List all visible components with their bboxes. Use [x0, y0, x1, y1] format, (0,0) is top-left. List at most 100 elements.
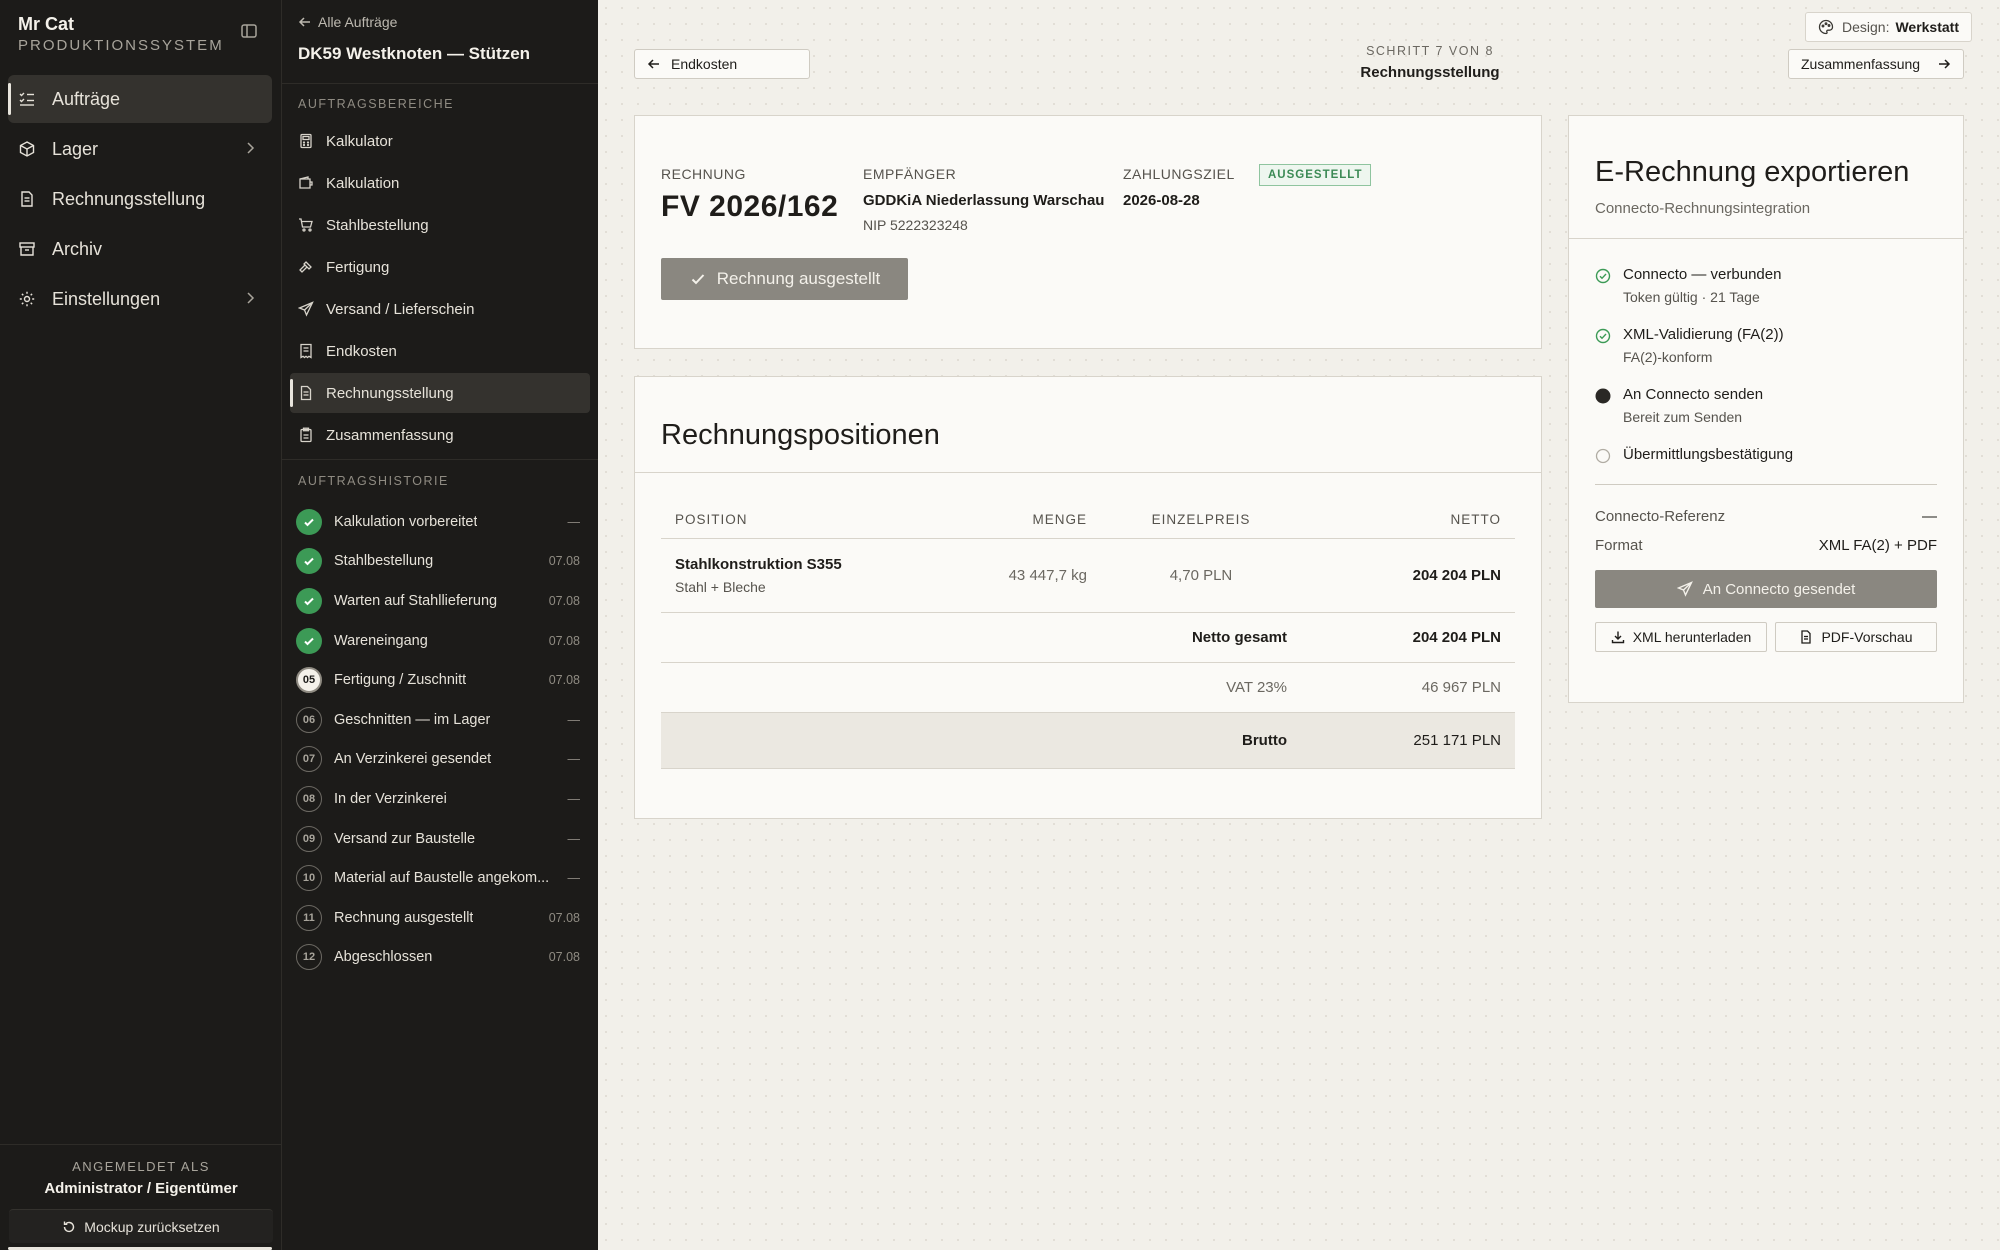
- history-item[interactable]: 09 Versand zur Baustelle —: [290, 819, 590, 859]
- check-circle-icon: [1595, 268, 1611, 284]
- check-icon: [691, 274, 704, 285]
- positions-table: POSITION MENGE EINZELPREIS NETTO Stahlko…: [661, 502, 1515, 769]
- logged-in-label: ANGEMELDET ALS: [72, 1159, 210, 1174]
- step-badge: 08: [296, 785, 322, 812]
- history-date: 07.08: [548, 950, 580, 965]
- history-item[interactable]: 07 An Verzinkerei gesendet —: [290, 740, 590, 780]
- recipient-label: EMPFÄNGER: [863, 166, 957, 182]
- document-icon: [1801, 630, 1812, 644]
- sidebar-collapse-icon[interactable]: [240, 22, 262, 44]
- history-item[interactable]: 06 Geschnitten — im Lager —: [290, 700, 590, 740]
- divider: [282, 459, 598, 460]
- nav-item-auftraege[interactable]: Aufträge: [8, 75, 272, 123]
- send-icon: [1676, 581, 1693, 597]
- next-step-button[interactable]: Zusammenfassung: [1788, 49, 1964, 79]
- area-item-kalkulator[interactable]: Kalkulator: [290, 121, 590, 161]
- history-item[interactable]: 08 In der Verzinkerei —: [290, 779, 590, 819]
- back-to-all-jobs-link[interactable]: Alle Aufträge: [298, 14, 397, 30]
- nav-item-archiv[interactable]: Archiv: [8, 225, 272, 273]
- area-item-zusammenfassung[interactable]: Zusammenfassung: [290, 415, 590, 455]
- history-label: Wareneingang: [334, 632, 428, 649]
- chevron-right-icon: [242, 290, 258, 306]
- history-date: —: [567, 752, 581, 767]
- design-switcher[interactable]: Design: Werkstatt: [1804, 12, 1972, 42]
- recipient-nip: NIP 5222323248: [863, 217, 968, 233]
- area-item-endkosten[interactable]: Endkosten: [290, 331, 590, 371]
- empty-cell: [661, 662, 961, 713]
- empty-circle-icon: [1595, 448, 1611, 464]
- divider: [1595, 484, 1937, 485]
- history-date: —: [567, 514, 581, 529]
- step-indicator: SCHRITT 7 VON 8 Rechnungsstellung: [1230, 44, 1630, 81]
- history-item[interactable]: Stahlbestellung 07.08: [290, 542, 590, 582]
- brand: Mr Cat PRODUKTIONSSYSTEM: [18, 14, 224, 54]
- check-title: Übermittlungsbestätigung: [1623, 446, 1794, 463]
- chevron-right-icon: [242, 140, 258, 156]
- reset-mockup-button[interactable]: Mockup zurücksetzen: [9, 1209, 273, 1243]
- area-item-kalkulation[interactable]: Kalkulation: [290, 163, 590, 203]
- prev-step-button[interactable]: Endkosten: [634, 49, 810, 79]
- table-header-row: POSITION MENGE EINZELPREIS NETTO: [661, 502, 1515, 539]
- step-badge: 09: [296, 825, 322, 852]
- brand-name: Mr Cat: [18, 14, 75, 34]
- divider: [282, 83, 598, 84]
- step-badge: 12: [296, 944, 322, 971]
- send-to-connecto-button[interactable]: An Connecto gesendet: [1595, 570, 1937, 608]
- vat-row: VAT 23% 46 967 PLN: [661, 662, 1515, 713]
- history-item[interactable]: Kalkulation vorbereitet —: [290, 502, 590, 542]
- invoice-number-block: RECHNUNG FV 2026/162: [661, 166, 838, 224]
- gear-icon: [18, 290, 36, 308]
- xml-download-label: XML herunterladen: [1632, 629, 1752, 645]
- menge-cell: 43 447,7 kg: [961, 538, 1101, 613]
- download-icon: [1611, 631, 1624, 644]
- history-item[interactable]: Wareneingang 07.08: [290, 621, 590, 661]
- area-item-rechnungsstellung[interactable]: Rechnungsstellung: [290, 373, 590, 413]
- arrow-left-icon: [298, 17, 310, 27]
- area-item-versand[interactable]: Versand / Lieferschein: [290, 289, 590, 329]
- filled-circle-icon: [1595, 388, 1611, 404]
- send-label: An Connecto gesendet: [1702, 580, 1856, 598]
- xml-download-button[interactable]: XML herunterladen: [1595, 622, 1767, 652]
- nav-item-einstellungen[interactable]: Einstellungen: [8, 275, 272, 323]
- export-checklist: Connecto — verbunden Token gültig · 21 Ta…: [1595, 266, 1935, 486]
- nav-item-lager[interactable]: Lager: [8, 125, 272, 173]
- vat-label: VAT 23%: [961, 662, 1301, 713]
- history-label: Versand zur Baustelle: [334, 830, 476, 847]
- history-date: —: [567, 791, 581, 806]
- invoice-number: FV 2026/162: [661, 190, 839, 223]
- e-invoice-card: E-Rechnung exportieren Connecto-Rechnung…: [1568, 115, 1964, 703]
- history-item[interactable]: 12 Abgeschlossen 07.08: [290, 938, 590, 978]
- history-date: 07.08: [548, 633, 580, 648]
- reference-value: —: [1922, 508, 1937, 525]
- step-badge: 07: [296, 746, 322, 773]
- position-name: Stahlkonstruktion S355: [675, 555, 842, 573]
- step-badge: 11: [296, 904, 322, 931]
- invoice-number-label: RECHNUNG: [661, 166, 746, 182]
- area-label: Kalkulation: [326, 174, 400, 192]
- history-item[interactable]: Warten auf Stahllieferung 07.08: [290, 581, 590, 621]
- history-label: In der Verzinkerei: [334, 790, 447, 807]
- history-label: Abgeschlossen: [334, 949, 433, 966]
- cart-icon: [298, 217, 314, 233]
- nav-item-rechnungsstellung[interactable]: Rechnungsstellung: [8, 175, 272, 223]
- wallet-icon: [298, 175, 314, 191]
- area-item-fertigung[interactable]: Fertigung: [290, 247, 590, 287]
- area-item-stahlbestellung[interactable]: Stahlbestellung: [290, 205, 590, 245]
- history-item[interactable]: 11 Rechnung ausgestellt 07.08: [290, 898, 590, 938]
- nav-label: Lager: [52, 138, 99, 159]
- vat-value: 46 967 PLN: [1301, 662, 1515, 713]
- document-icon: [298, 385, 314, 401]
- invoice-issued-button[interactable]: Rechnung ausgestellt: [661, 258, 908, 300]
- nav-label: Einstellungen: [52, 288, 161, 309]
- history-list: Kalkulation vorbereitet — Stahlbestellun…: [290, 502, 590, 977]
- list-check-icon: [18, 90, 36, 108]
- pdf-preview-button[interactable]: PDF-Vorschau: [1775, 622, 1937, 652]
- nav-label: Rechnungsstellung: [52, 188, 206, 209]
- history-item-current[interactable]: 05 Fertigung / Zuschnitt 07.08: [290, 660, 590, 700]
- reset-label: Mockup zurücksetzen: [84, 1218, 220, 1235]
- check-badge-icon: [296, 587, 322, 614]
- history-date: —: [567, 831, 581, 846]
- history-item[interactable]: 10 Material auf Baustelle angekom... —: [290, 858, 590, 898]
- brand-subtitle: PRODUKTIONSSYSTEM: [18, 37, 224, 54]
- empty-cell: [661, 712, 961, 769]
